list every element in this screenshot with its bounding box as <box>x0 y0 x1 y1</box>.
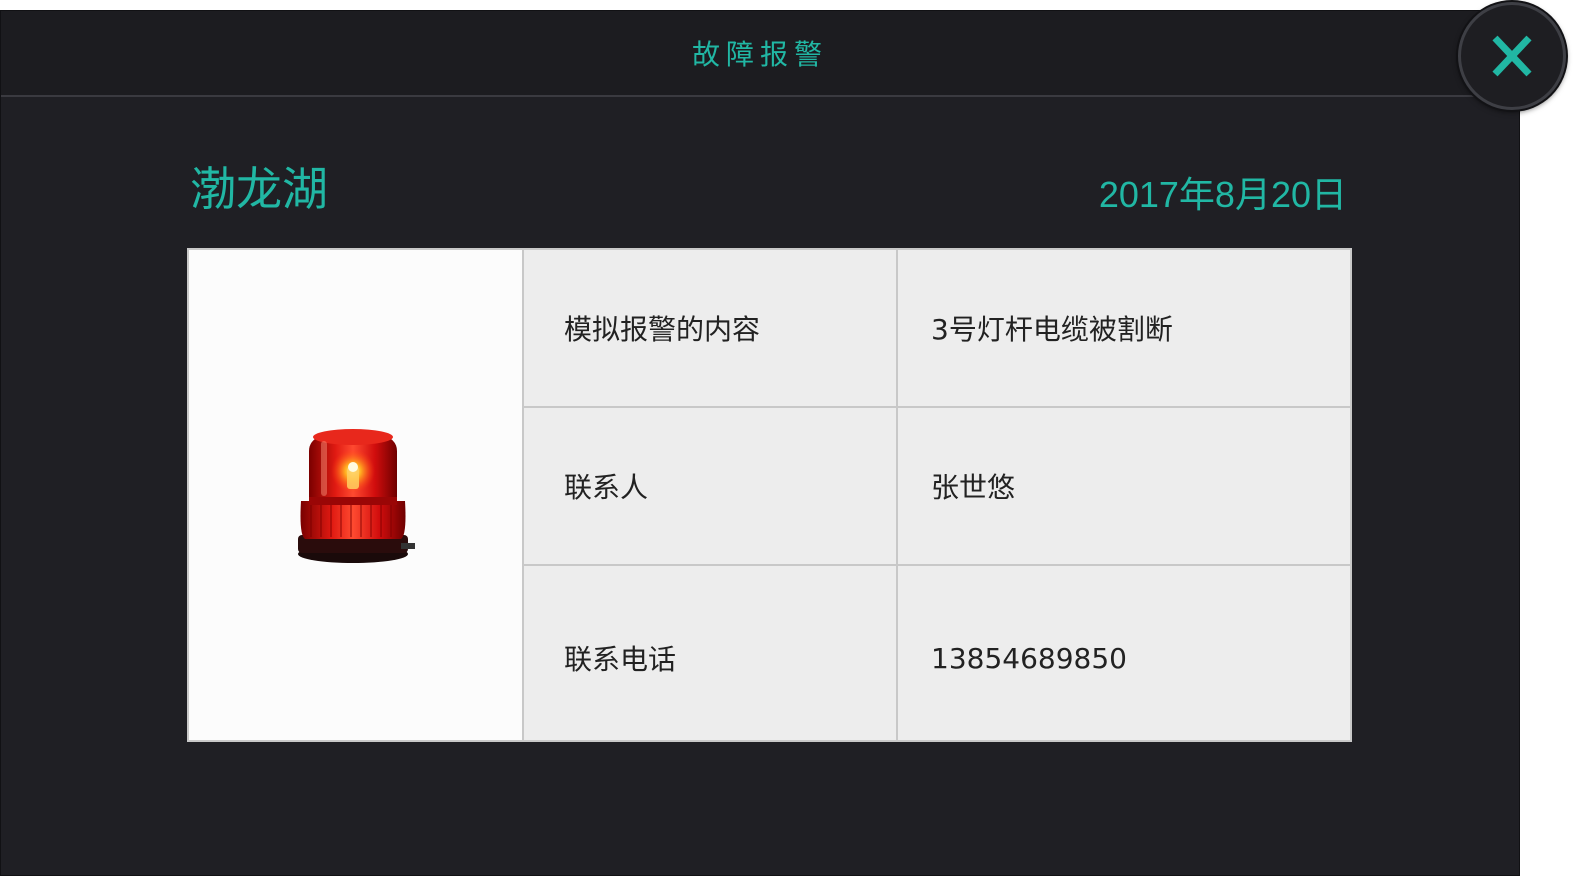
close-button[interactable] <box>1458 2 1566 110</box>
contact-phone-label: 联系电话 <box>524 566 898 740</box>
alarm-content-label: 模拟报警的内容 <box>524 250 898 406</box>
alarm-content-value: 3号灯杆电缆被割断 <box>931 313 1173 346</box>
contact-person-label: 联系人 <box>524 408 898 564</box>
alarm-date: 2017年8月20日 <box>1098 174 1347 215</box>
location-name: 渤龙湖 <box>190 162 328 216</box>
table-row: 模拟报警的内容 3号灯杆电缆被割断 <box>524 250 1350 408</box>
alarm-info-table: 模拟报警的内容 3号灯杆电缆被割断 联系人 张世悠 联系电话 138546898… <box>524 250 1350 740</box>
dialog-titlebar: 故障报警 <box>1 11 1519 97</box>
red-warning-beacon-icon <box>297 428 415 563</box>
contact-person-value: 张世悠 <box>931 471 1016 504</box>
table-row: 联系人 张世悠 <box>524 408 1350 566</box>
alarm-image-cell <box>189 250 524 740</box>
contact-phone-value: 13854689850 <box>931 641 1127 675</box>
alarm-detail-card: 模拟报警的内容 3号灯杆电缆被割断 联系人 张世悠 联系电话 138546898… <box>187 248 1352 742</box>
close-icon <box>1492 35 1532 77</box>
fault-alarm-dialog: 故障报警 渤龙湖 2017年8月20日 模拟报警的内容 3号灯杆电缆被割断 联系… <box>0 10 1520 876</box>
table-row: 联系电话 13854689850 <box>524 566 1350 740</box>
dialog-title: 故障报警 <box>691 38 828 71</box>
